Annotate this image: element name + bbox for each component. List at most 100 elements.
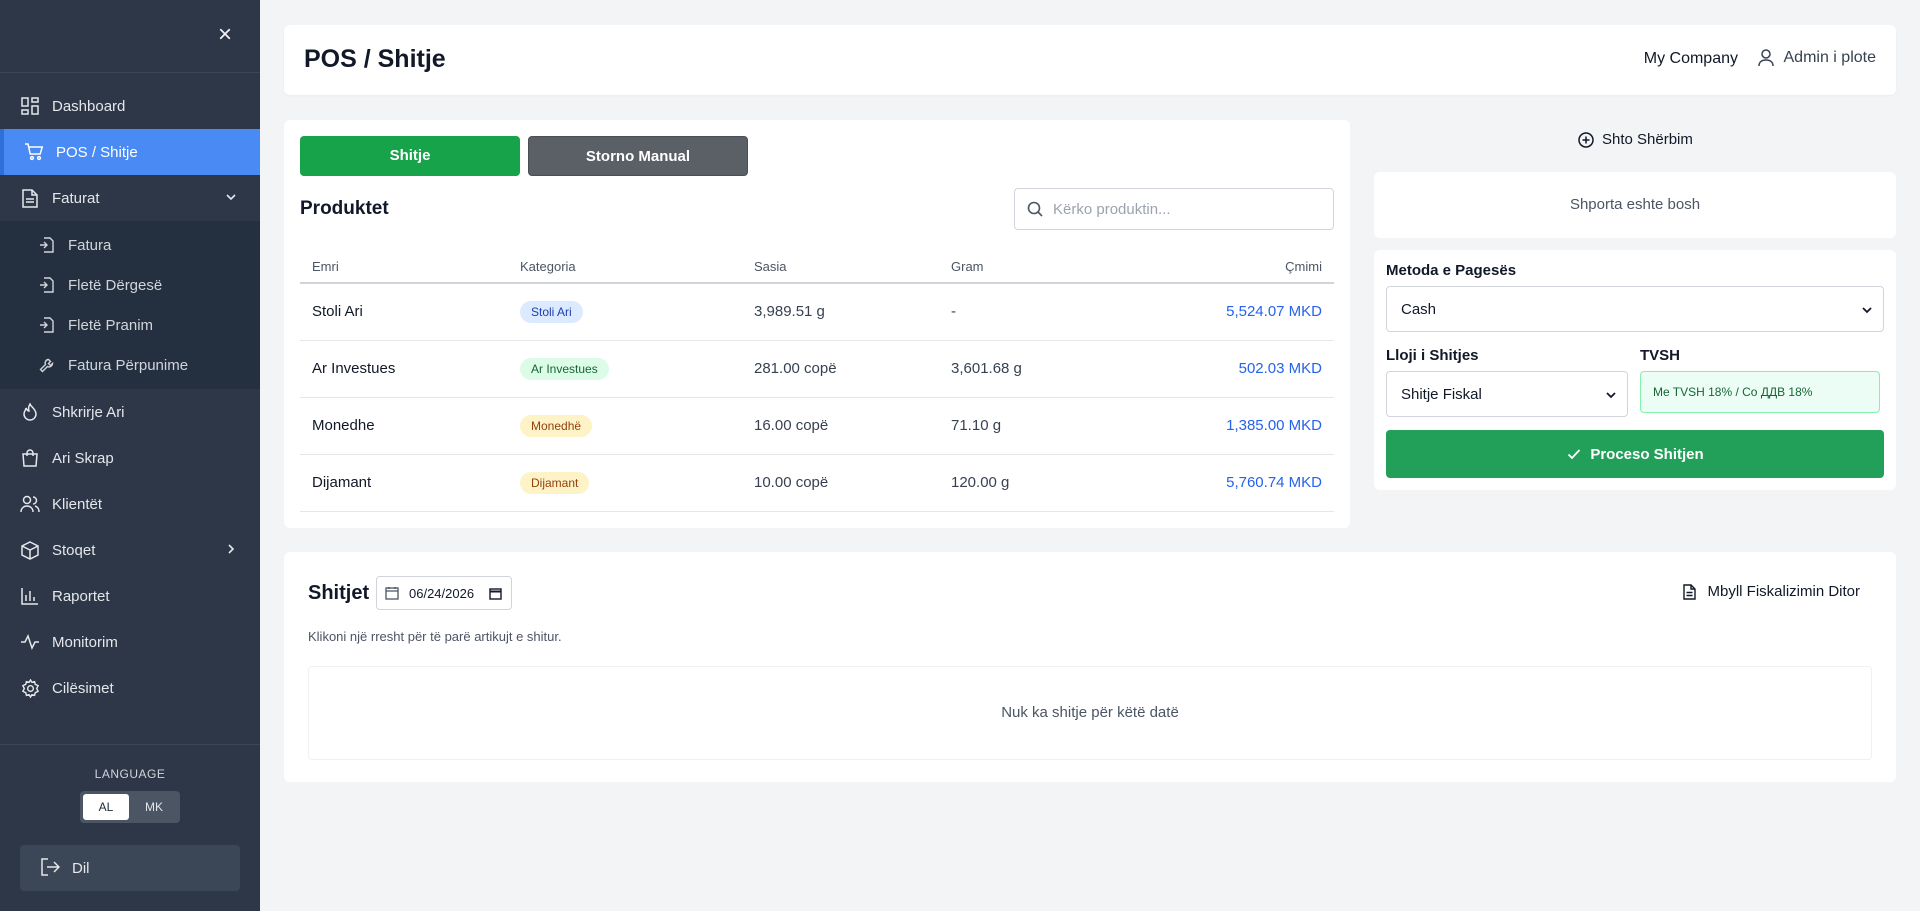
sidebar-item-ari-skrap[interactable]: Ari Skrap — [0, 435, 260, 481]
date-picker[interactable]: 06/24/2026 — [376, 576, 512, 610]
add-service-label: Shto Shërbim — [1602, 131, 1693, 148]
product-name: Monedhe — [300, 397, 508, 455]
sidebar-item-label: Raportet — [52, 587, 110, 605]
gear-icon — [20, 678, 40, 698]
close-icon[interactable]: × — [214, 23, 236, 47]
flame-icon — [20, 402, 40, 422]
cart-empty-message: Shporta eshte bosh — [1374, 172, 1896, 238]
logout-button[interactable]: Dil — [20, 845, 240, 891]
faturat-submenu: Fatura Fletë Dërgesë Fletë Pranim Fatura… — [0, 221, 260, 389]
page-header: POS / Shitje My Company Admin i plote — [284, 25, 1896, 95]
date-value: 06/24/2026 — [409, 585, 475, 601]
table-row[interactable]: Stoli Ari Stoli Ari 3,989.51 g - 5,524.0… — [300, 283, 1334, 341]
sidebar-subitem-fatura-perpunime[interactable]: Fatura Përpunime — [0, 345, 260, 385]
product-quantity: 16.00 copë — [742, 397, 939, 455]
sidebar-nav: Dashboard POS / Shitje Faturat Fatura Fl… — [0, 73, 260, 711]
payment-method-select[interactable]: Cash — [1386, 286, 1884, 332]
sidebar-item-label: Stoqet — [52, 541, 96, 559]
table-row[interactable]: Dijamant Dijamant 10.00 copë 120.00 g 5,… — [300, 454, 1334, 512]
cart-icon — [24, 142, 44, 162]
sidebar-subitem-flete-dergese[interactable]: Fletë Dërgesë — [0, 265, 260, 305]
close-fiscalization-button[interactable]: Mbyll Fiskalizimin Ditor — [1683, 583, 1860, 600]
logout-icon — [40, 858, 61, 878]
product-price: 5,524.07 MKD — [1139, 283, 1334, 341]
sidebar-item-monitorim[interactable]: Monitorim — [0, 619, 260, 665]
chevron-down-icon — [1605, 388, 1617, 400]
activity-icon — [20, 632, 40, 652]
bag-icon — [20, 448, 40, 468]
file-import-icon — [38, 237, 54, 253]
sidebar-item-faturat[interactable]: Faturat — [0, 175, 260, 221]
sale-type-value: Shitje Fiskal — [1401, 385, 1482, 403]
product-quantity: 10.00 copë — [742, 454, 939, 512]
table-row[interactable]: Monedhe Monedhë 16.00 copë 71.10 g 1,385… — [300, 397, 1334, 455]
product-category-cell: Stoli Ari — [508, 283, 742, 341]
products-panel: Shitje Storno Manual Produktet Emri Kate… — [284, 120, 1350, 528]
product-name: Stoli Ari — [300, 283, 508, 341]
dashboard-icon — [20, 96, 40, 116]
search-input[interactable] — [1053, 200, 1323, 218]
sidebar-subitem-flete-pranim[interactable]: Fletë Pranim — [0, 305, 260, 345]
sidebar-item-cilesimet[interactable]: Cilësimet — [0, 665, 260, 711]
column-header-name[interactable]: Emri — [300, 250, 508, 284]
bar-chart-icon — [20, 586, 40, 606]
column-header-quantity[interactable]: Sasia — [742, 250, 939, 284]
column-header-category[interactable]: Kategoria — [508, 250, 742, 284]
storno-manual-button[interactable]: Storno Manual — [528, 136, 748, 176]
chevron-right-icon — [224, 542, 238, 556]
file-import-icon — [38, 317, 54, 333]
sidebar-item-label: Dashboard — [52, 97, 126, 115]
user-name: Admin i plote — [1783, 49, 1877, 66]
product-price: 1,385.00 MKD — [1139, 397, 1334, 455]
column-header-price[interactable]: Çmimi — [1139, 250, 1334, 284]
category-badge: Dijamant — [520, 471, 590, 494]
add-service-button[interactable]: Shto Shërbim — [1578, 131, 1693, 148]
column-header-gram[interactable]: Gram — [939, 250, 1139, 284]
product-category-cell: Dijamant — [508, 454, 742, 512]
payment-method-label: Metoda e Pagesës — [1386, 262, 1517, 279]
company-name: My Company — [1643, 50, 1738, 67]
plus-circle-icon — [1578, 131, 1594, 148]
product-price: 5,760.74 MKD — [1139, 454, 1334, 512]
sidebar-subitem-label: Fletë Dërgesë — [68, 276, 163, 294]
no-sales-message: Nuk ka shitje për këtë datë — [308, 666, 1872, 760]
sidebar-subitem-label: Fatura — [68, 236, 112, 254]
document-icon — [20, 188, 40, 208]
sidebar-item-dashboard[interactable]: Dashboard — [0, 83, 260, 129]
sidebar-item-raportet[interactable]: Raportet — [0, 573, 260, 619]
product-price: 502.03 MKD — [1139, 340, 1334, 398]
sidebar-item-label: Monitorim — [52, 633, 118, 651]
sale-type-select[interactable]: Shitje Fiskal — [1386, 371, 1628, 417]
sidebar-item-klientet[interactable]: Klientët — [0, 481, 260, 527]
product-category-cell: Ar Investues — [508, 340, 742, 398]
product-quantity: 3,989.51 g — [742, 283, 939, 341]
process-sale-button[interactable]: Proceso Shitjen — [1386, 430, 1884, 478]
sidebar-header: × — [0, 0, 260, 73]
category-badge: Ar Investues — [520, 357, 609, 380]
sidebar-item-pos[interactable]: POS / Shitje — [0, 129, 260, 175]
box-icon — [20, 540, 40, 560]
sidebar-subitem-label: Fletë Pranim — [68, 316, 154, 334]
sidebar-item-shkrirje-ari[interactable]: Shkrirje Ari — [0, 389, 260, 435]
user-menu[interactable]: Admin i plote — [1757, 49, 1877, 67]
users-icon — [20, 494, 40, 514]
language-al-button[interactable]: AL — [83, 794, 129, 820]
sale-button[interactable]: Shitje — [300, 136, 520, 176]
product-gram: - — [939, 283, 1139, 341]
sidebar-item-stoqet[interactable]: Stoqet — [0, 527, 260, 573]
page-title: POS / Shitje — [304, 45, 446, 73]
category-badge: Monedhë — [520, 414, 593, 437]
check-icon — [1566, 446, 1582, 462]
logout-label: Dil — [72, 859, 90, 877]
close-fiscalization-label: Mbyll Fiskalizimin Ditor — [1707, 583, 1860, 600]
products-table: Emri Kategoria Sasia Gram Çmimi Stoli Ar… — [300, 250, 1334, 512]
product-name: Dijamant — [300, 454, 508, 512]
sidebar-subitem-fatura[interactable]: Fatura — [0, 225, 260, 265]
product-name: Ar Investues — [300, 340, 508, 398]
table-header-row: Emri Kategoria Sasia Gram Çmimi — [300, 250, 1334, 284]
language-mk-button[interactable]: MK — [131, 794, 177, 820]
table-row[interactable]: Ar Investues Ar Investues 281.00 copë 3,… — [300, 340, 1334, 398]
sidebar: × Dashboard POS / Shitje Faturat Fatura … — [0, 0, 260, 911]
calendar-picker-icon[interactable] — [489, 587, 502, 600]
sidebar-item-label: Faturat — [52, 189, 100, 207]
